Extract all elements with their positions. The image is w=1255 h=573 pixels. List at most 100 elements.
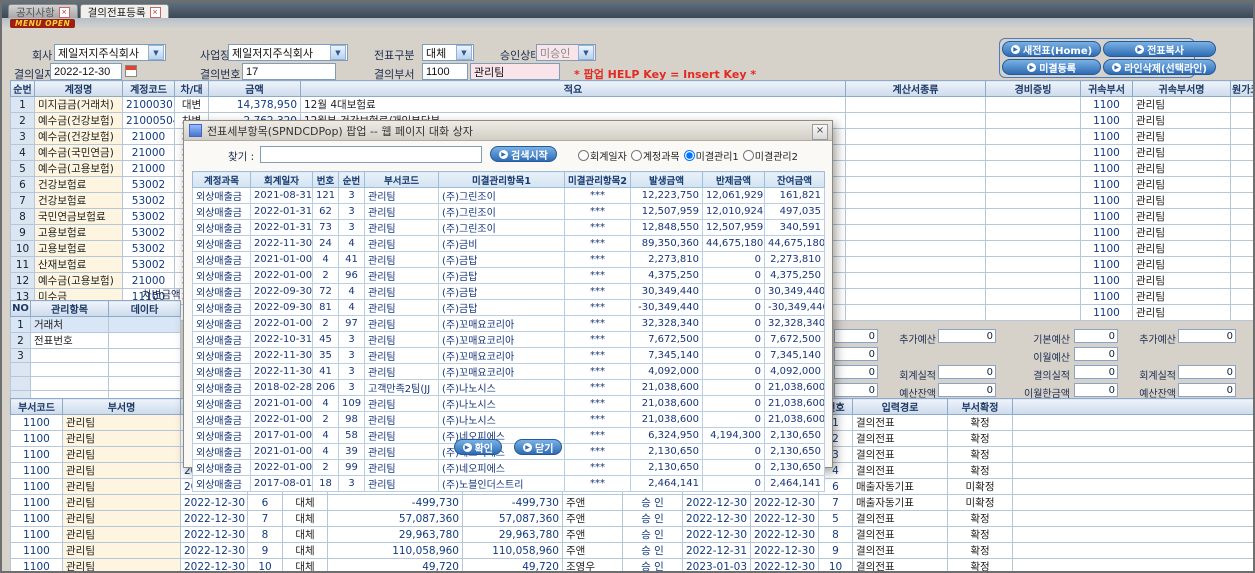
open-item-row[interactable]: 외상매출금 2018-02-28 206 3 고객만족2팀(JJ (주)나노시스 *** 21… — [192, 379, 825, 396]
cell[interactable] — [845, 128, 986, 145]
cell[interactable]: 53002 — [122, 240, 175, 257]
cell[interactable]: 2022-12-30 — [180, 510, 248, 527]
cell[interactable]: 대체 — [282, 542, 328, 559]
cell[interactable]: 53002 — [122, 256, 175, 273]
cell[interactable]: 12,010,924 — [702, 203, 765, 220]
column-header[interactable]: 부서명 — [62, 398, 181, 415]
cell[interactable]: 62 — [312, 203, 339, 220]
popup-close-icon[interactable]: × — [812, 124, 828, 140]
cell[interactable]: 206 — [312, 379, 339, 396]
cell[interactable]: 21000 — [122, 160, 175, 177]
cell[interactable]: 0 — [702, 363, 765, 380]
budget-field-value[interactable]: 0 — [1178, 329, 1236, 343]
cell[interactable]: 승 인 — [622, 558, 683, 571]
cell[interactable]: (주)꼬매요코리아 — [438, 331, 565, 348]
popup-titlebar[interactable]: 전표세부항목(SPNDCDPop) 팝업 -- 웹 페이지 대화 상자 × — [184, 121, 832, 141]
company-select[interactable]: 제일저지주식회사 ▼ — [54, 44, 166, 61]
copy-voucher-button[interactable]: ▶ 전표복사 — [1103, 41, 1216, 57]
cell[interactable]: 109 — [338, 395, 365, 412]
open-item-row[interactable]: 외상매출금 2021-01-00 4 41 관리팀 (주)금탑 *** 2,273,810 0 2… — [192, 251, 825, 268]
column-header[interactable]: 순번 — [338, 171, 365, 188]
cell[interactable]: 외상매출금 — [192, 363, 251, 380]
popup-radio-option[interactable]: 미결관리2 — [742, 148, 798, 163]
cell[interactable]: 외상매출금 — [192, 475, 251, 492]
cell[interactable]: 53002 — [122, 224, 175, 241]
cell[interactable]: 4 — [312, 251, 339, 268]
cell[interactable] — [1230, 128, 1253, 145]
site-select[interactable]: 제일저지주식회사 ▼ — [228, 44, 348, 61]
cell[interactable]: 결의전표 — [852, 462, 948, 479]
cell[interactable] — [985, 112, 1081, 129]
open-item-row[interactable]: 외상매출금 2021-08-31 121 3 관리팀 (주)그린조이 *** 12,223,7… — [192, 187, 825, 204]
cell[interactable] — [845, 288, 986, 305]
cell[interactable]: 12,848,550 — [630, 219, 703, 236]
cell[interactable]: 관리팀 — [364, 411, 439, 428]
budget-field-value[interactable]: 0 — [834, 365, 878, 379]
confirm-button[interactable]: ▶ 확인 — [453, 439, 502, 455]
cell[interactable]: 예수금(고용보험) — [34, 160, 123, 177]
cell[interactable]: *** — [564, 315, 631, 332]
cell[interactable]: 외상매출금 — [192, 411, 251, 428]
cell[interactable] — [1230, 208, 1253, 225]
radio-icon[interactable] — [742, 150, 754, 161]
cell[interactable]: 외상매출금 — [192, 459, 251, 476]
cell[interactable]: 21,038,600 — [630, 395, 703, 412]
cell[interactable]: 확정 — [947, 462, 1013, 479]
cell[interactable]: 0 — [702, 331, 765, 348]
cell[interactable]: 결의전표 — [852, 542, 948, 559]
open-item-row[interactable]: 외상매출금 2022-11-30 35 3 관리팀 (주)꼬매요코리아 *** 7,345,1… — [192, 347, 825, 364]
cell[interactable]: 관리팀 — [1132, 224, 1231, 241]
cell[interactable] — [108, 316, 181, 333]
cell[interactable]: 97 — [338, 315, 365, 332]
cell[interactable]: 2018-02-28 — [250, 379, 313, 396]
column-header[interactable]: 미결관리항목2 — [564, 171, 631, 188]
cell[interactable]: 30,349,440 — [630, 283, 703, 300]
cell[interactable]: 1100 — [10, 510, 63, 527]
cell[interactable]: 2,130,650 — [630, 459, 703, 476]
cell[interactable]: 관리팀 — [364, 475, 439, 492]
approval-status-select[interactable]: 미승인 ▼ — [536, 44, 596, 61]
cell[interactable]: 5 — [10, 160, 35, 177]
cell[interactable]: 관리팀 — [62, 462, 181, 479]
cell[interactable] — [1012, 430, 1253, 447]
cell[interactable]: 0 — [702, 379, 765, 396]
cell[interactable]: 조영우 — [562, 558, 623, 571]
cell[interactable]: 확정 — [947, 414, 1013, 431]
cell[interactable]: 관리팀 — [1132, 112, 1231, 129]
cell[interactable]: (주)금탑 — [438, 283, 565, 300]
cell[interactable]: 44,675,180 — [764, 235, 825, 252]
cell[interactable]: 결의전표 — [852, 430, 948, 447]
cell[interactable]: 53002 — [122, 192, 175, 209]
cell[interactable]: 대체 — [282, 494, 328, 511]
cell[interactable] — [1230, 304, 1253, 321]
cell[interactable]: 미지급금(거래처) — [34, 96, 123, 113]
open-item-row[interactable]: 외상매출금 2022-11-30 41 3 관리팀 (주)꼬매요코리아 *** 4,092,0… — [192, 363, 825, 380]
cell[interactable]: 0 — [702, 299, 765, 316]
column-header[interactable]: 잔여금액 — [764, 171, 825, 188]
cell[interactable]: 외상매출금 — [192, 203, 251, 220]
column-header[interactable]: 계산서종류 — [845, 80, 986, 97]
cell[interactable]: 4 — [338, 235, 365, 252]
cell[interactable]: 21000 — [122, 128, 175, 145]
cell[interactable]: 0 — [702, 459, 765, 476]
cell[interactable] — [1012, 510, 1253, 527]
cell[interactable]: 관리팀 — [1132, 208, 1231, 225]
cell[interactable]: 3 — [338, 379, 365, 396]
department-voucher-row[interactable]: 1100 관리팀 2022-12-30 6 대체 -499,730 -499,730 주앤 승 … — [10, 494, 1253, 511]
budget-field-value[interactable]: 0 — [834, 347, 878, 361]
cell[interactable]: 2022-01-00 — [250, 267, 313, 284]
cell[interactable]: 1100 — [10, 558, 63, 571]
cell[interactable]: 7 — [818, 494, 853, 511]
cell[interactable]: 1100 — [10, 494, 63, 511]
cell[interactable]: 확정 — [947, 526, 1013, 543]
cell[interactable]: (주)나노시스 — [438, 411, 565, 428]
cell[interactable]: 1100 — [1080, 304, 1133, 321]
cell[interactable] — [1012, 462, 1253, 479]
budget-field-value[interactable]: 0 — [1074, 329, 1118, 343]
management-item-row[interactable] — [10, 362, 181, 377]
column-header[interactable]: 부서확정 — [947, 398, 1013, 415]
cell[interactable] — [1012, 478, 1253, 495]
open-item-row[interactable]: 외상매출금 2022-01-31 62 3 관리팀 (주)그린조이 *** 12,507,95… — [192, 203, 825, 220]
cell[interactable]: 대체 — [282, 558, 328, 571]
cell[interactable]: 2022-12-30 — [180, 494, 248, 511]
